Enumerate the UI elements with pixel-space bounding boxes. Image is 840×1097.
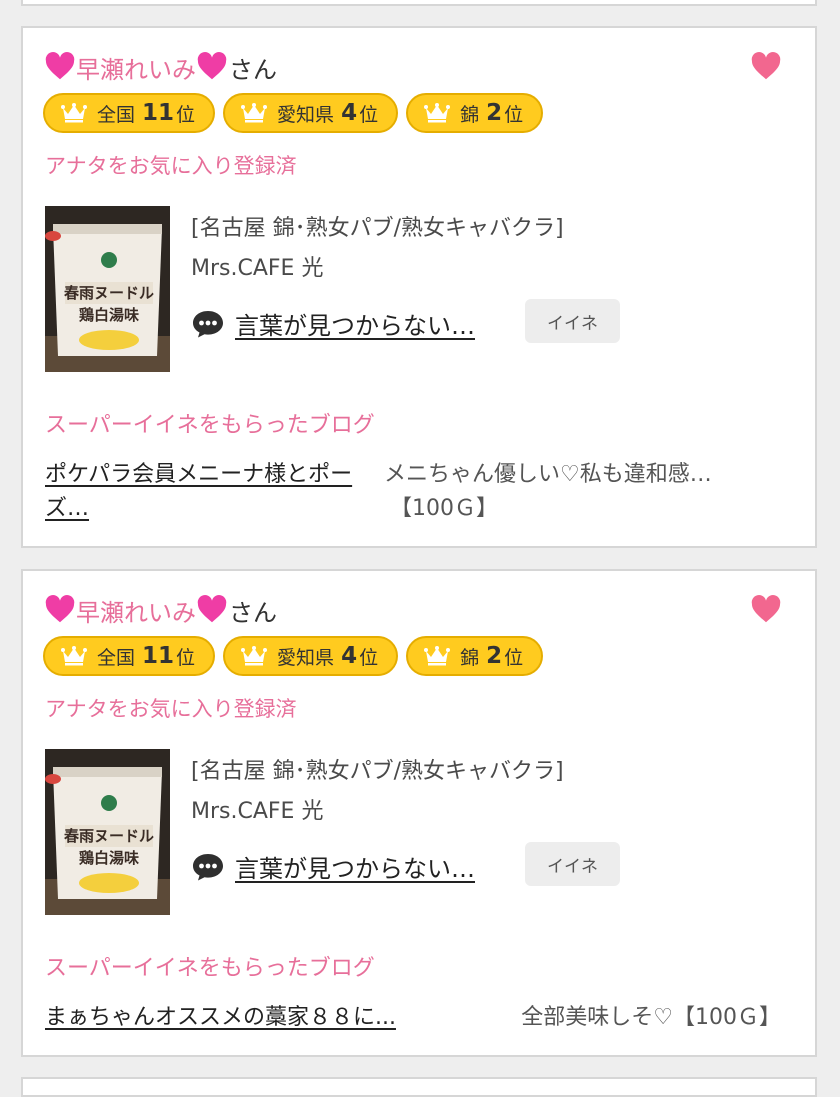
rank-label: 全国 xyxy=(97,103,136,126)
cup-noodle-photo: 春雨ヌードル 鶏白湯味 xyxy=(45,206,170,372)
rank-suffix: 位 xyxy=(504,103,524,126)
next-card-edge xyxy=(21,1077,817,1097)
rank-label: 錦 xyxy=(460,103,480,126)
shop-name[interactable]: Mrs.CAFE 光 xyxy=(191,793,323,825)
rank-number: 2 xyxy=(486,100,503,126)
blog-description: 全部美味しそ♡【100Ｇ】 xyxy=(521,1005,781,1030)
comment-link[interactable]: 言葉が見つからない… xyxy=(235,306,475,341)
speech-bubble-icon xyxy=(191,309,225,339)
pink-heart-icon xyxy=(197,595,227,625)
crown-icon xyxy=(241,103,267,123)
comment-row: 言葉が見つからない… xyxy=(191,306,475,341)
shop-area: [名古屋 錦･熟女パブ/熟女キャバクラ] xyxy=(191,759,564,784)
blog-points: 【100Ｇ】 xyxy=(390,496,498,521)
comment-row: 言葉が見つからない… xyxy=(191,849,475,884)
rank-suffix: 位 xyxy=(504,646,524,669)
like-card: 早瀬れいみ さん 全国 11 位 愛知県 4 位 錦 2 位 アナタをお気に入り… xyxy=(21,26,817,548)
honorific: さん xyxy=(229,598,277,627)
pink-heart-icon xyxy=(197,52,227,82)
super-iine-blog-heading: スーパーイイネをもらったブログ xyxy=(45,413,375,438)
rank-number: 11 xyxy=(142,100,175,126)
post-thumbnail[interactable]: 春雨ヌードル 鶏白湯味 xyxy=(45,749,170,915)
user-name-row[interactable]: 早瀬れいみ さん xyxy=(45,48,277,86)
iine-button[interactable]: イイネ xyxy=(525,842,620,886)
user-name-row[interactable]: 早瀬れいみ さん xyxy=(45,591,277,629)
rank-label: 愛知県 xyxy=(277,646,335,669)
rank-badge-prefecture[interactable]: 愛知県 4 位 xyxy=(223,93,399,133)
like-card: 早瀬れいみ さん 全国 11 位 愛知県 4 位 錦 2 位 アナタをお気に入り… xyxy=(21,569,817,1057)
comment-link[interactable]: 言葉が見つからない… xyxy=(235,849,475,884)
thumb-label-1: 春雨ヌードル xyxy=(64,284,154,302)
post-thumbnail[interactable]: 春雨ヌードル 鶏白湯味 xyxy=(45,206,170,372)
rank-suffix: 位 xyxy=(359,103,379,126)
rank-number: 4 xyxy=(341,100,358,126)
pink-heart-icon xyxy=(45,52,75,82)
shop-name[interactable]: Mrs.CAFE 光 xyxy=(191,250,323,282)
rank-badge-area[interactable]: 錦 2 位 xyxy=(406,636,544,676)
rank-number: 4 xyxy=(341,643,358,669)
blog-link[interactable]: まぁちゃんオススメの藁家８８に... xyxy=(45,1001,445,1035)
user-name[interactable]: 早瀬れいみ xyxy=(76,50,196,85)
rank-label: 愛知県 xyxy=(277,103,335,126)
favorite-heart-icon[interactable] xyxy=(751,52,781,82)
user-name[interactable]: 早瀬れいみ xyxy=(76,593,196,628)
shop-area: [名古屋 錦･熟女パブ/熟女キャバクラ] xyxy=(191,216,564,241)
honorific: さん xyxy=(229,55,277,84)
rank-label: 全国 xyxy=(97,646,136,669)
iine-button[interactable]: イイネ xyxy=(525,299,620,343)
rank-badge-national[interactable]: 全国 11 位 xyxy=(43,636,216,676)
crown-icon xyxy=(424,646,450,666)
favorite-status: アナタをお気に入り登録済 xyxy=(45,697,297,721)
cup-noodle-photo: 春雨ヌードル 鶏白湯味 xyxy=(45,749,170,915)
rank-badge-area[interactable]: 錦 2 位 xyxy=(406,93,544,133)
rank-suffix: 位 xyxy=(176,646,196,669)
thumb-label-2: 鶏白湯味 xyxy=(79,306,139,324)
super-iine-blog-heading: スーパーイイネをもらったブログ xyxy=(45,956,375,981)
rank-badge-prefecture[interactable]: 愛知県 4 位 xyxy=(223,636,399,676)
crown-icon xyxy=(61,103,87,123)
rank-badge-national[interactable]: 全国 11 位 xyxy=(43,93,216,133)
rank-number: 2 xyxy=(486,643,503,669)
rank-number: 11 xyxy=(142,643,175,669)
rank-suffix: 位 xyxy=(359,646,379,669)
rank-badges: 全国 11 位 愛知県 4 位 錦 2 位 xyxy=(43,636,544,676)
blog-link[interactable]: ポケパラ会員メニーナ様とポーズ… xyxy=(45,458,380,526)
crown-icon xyxy=(241,646,267,666)
thumb-label-2: 鶏白湯味 xyxy=(79,849,139,867)
blog-description-text: メニちゃん優しい♡私も違和感… xyxy=(384,462,712,487)
rank-suffix: 位 xyxy=(176,103,196,126)
rank-badges: 全国 11 位 愛知県 4 位 錦 2 位 xyxy=(43,93,544,133)
rank-label: 錦 xyxy=(460,646,480,669)
favorite-heart-icon[interactable] xyxy=(751,595,781,625)
favorite-status: アナタをお気に入り登録済 xyxy=(45,154,297,178)
crown-icon xyxy=(424,103,450,123)
speech-bubble-icon xyxy=(191,852,225,882)
crown-icon xyxy=(61,646,87,666)
previous-card-edge xyxy=(21,0,817,6)
thumb-label-1: 春雨ヌードル xyxy=(64,827,154,845)
blog-description: メニちゃん優しい♡私も違和感… 【100Ｇ】 xyxy=(384,458,712,526)
pink-heart-icon xyxy=(45,595,75,625)
